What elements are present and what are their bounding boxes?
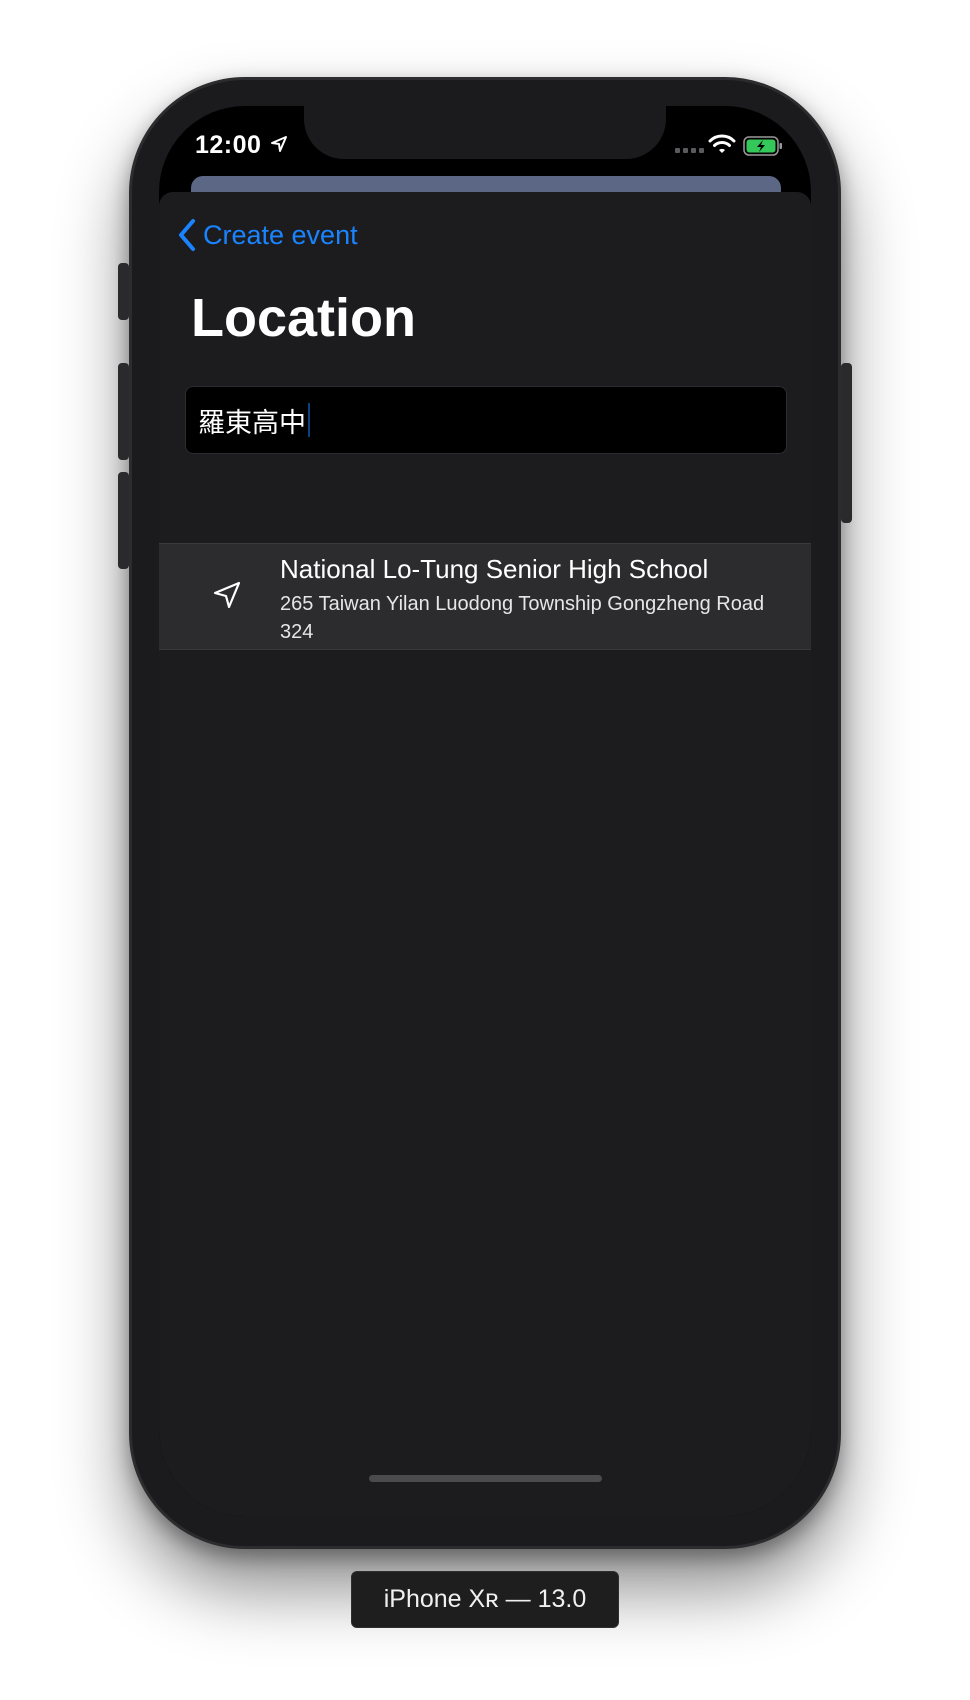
wifi-icon <box>708 134 736 153</box>
device-label: iPhone Xʀ — 13.0 <box>351 1571 619 1628</box>
location-search-field[interactable]: 羅東高中 <box>185 386 787 454</box>
page-title: Location <box>191 288 416 348</box>
mute-switch <box>118 263 129 320</box>
battery-charging-icon <box>743 136 782 156</box>
back-button[interactable]: Create event <box>177 218 358 252</box>
screen: 12:00 Create event Location 羅東高中 Nationa… <box>159 106 811 1516</box>
result-name: National Lo-Tung Senior High School <box>280 554 709 584</box>
location-arrow-icon <box>271 136 287 152</box>
text-caret <box>308 403 310 437</box>
cellular-signal-icon <box>675 148 704 153</box>
notch <box>304 106 666 159</box>
location-search-input[interactable]: 羅東高中 <box>198 401 306 440</box>
back-button-label: Create event <box>203 219 358 250</box>
home-indicator[interactable] <box>369 1475 602 1482</box>
chevron-left-icon <box>179 219 195 251</box>
volume-up-button <box>118 363 129 460</box>
search-result-row[interactable]: National Lo-Tung Senior High School 265 … <box>159 543 811 650</box>
location-sheet: Create event Location 羅東高中 National Lo-T… <box>159 192 811 1516</box>
volume-down-button <box>118 472 129 569</box>
result-address: 265 Taiwan Yilan Luodong Township Gongzh… <box>280 593 765 643</box>
navigation-arrow-icon <box>213 581 241 609</box>
power-button <box>841 363 852 523</box>
status-time: 12:00 <box>195 131 262 159</box>
